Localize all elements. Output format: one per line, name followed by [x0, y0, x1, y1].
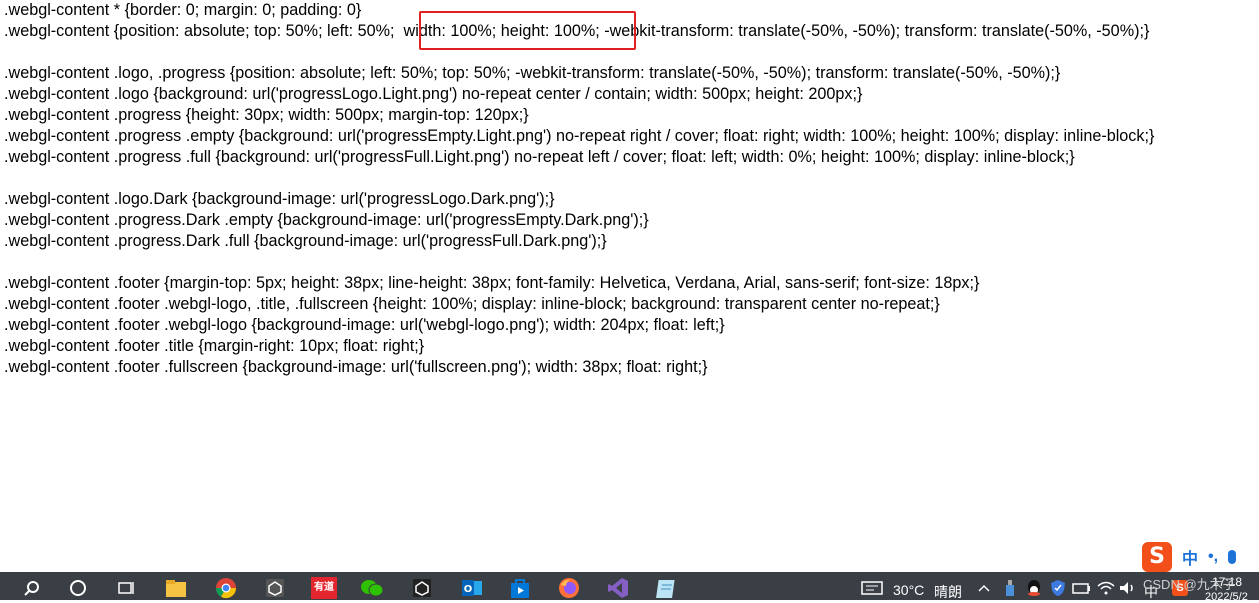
unity-icon[interactable]	[263, 576, 287, 600]
taskbar: 有道 O 30°C 晴朗 中 S 17:18	[0, 572, 1259, 600]
code-line: .webgl-content .logo {background: url('p…	[4, 85, 863, 103]
file-explorer-icon[interactable]	[164, 576, 188, 600]
wifi-icon[interactable]	[1094, 576, 1118, 600]
notepad-icon[interactable]	[655, 576, 679, 600]
cortana-circle-icon[interactable]	[66, 576, 90, 600]
firefox-icon[interactable]	[557, 576, 581, 600]
qq-icon[interactable]	[1022, 576, 1046, 600]
ime-punctuation-toggle[interactable]: •,	[1208, 548, 1218, 566]
code-line: .webgl-content .progress.Dark .empty {ba…	[4, 211, 649, 229]
code-line: .webgl-content .footer .title {margin-ri…	[4, 337, 425, 355]
youdao-icon[interactable]: 有道	[310, 576, 338, 600]
outlook-icon[interactable]: O	[460, 576, 484, 600]
ime-mode-toggle[interactable]: 中	[1182, 545, 1198, 569]
security-shield-icon[interactable]	[1046, 576, 1070, 600]
code-line: .webgl-content .footer .webgl-logo, .tit…	[4, 295, 940, 313]
code-line: .webgl-content .progress .empty {backgro…	[4, 127, 1155, 145]
battery-icon[interactable]	[1070, 576, 1094, 600]
windows-store-icon[interactable]	[508, 576, 532, 600]
task-view-icon[interactable]	[114, 576, 138, 600]
highlight-annotation-box	[419, 11, 636, 50]
search-icon[interactable]	[20, 576, 44, 600]
code-line: .webgl-content * {border: 0; margin: 0; …	[4, 1, 362, 19]
visual-studio-icon[interactable]	[606, 576, 630, 600]
code-line: .webgl-content .progress {height: 30px; …	[4, 106, 529, 124]
youdao-label: 有道	[311, 577, 337, 599]
unity-hub-icon[interactable]	[410, 576, 434, 600]
weather-description[interactable]: 晴朗	[934, 582, 962, 602]
wechat-icon[interactable]	[360, 576, 384, 600]
code-line: .webgl-content .footer .webgl-logo {back…	[4, 316, 725, 334]
volume-icon[interactable]	[1116, 576, 1140, 600]
weather-icon[interactable]	[860, 576, 884, 600]
clock-date[interactable]: 2022/5/2	[1205, 591, 1248, 603]
code-line: .webgl-content .footer {margin-top: 5px;…	[4, 274, 980, 292]
code-line: .webgl-content .logo, .progress {positio…	[4, 64, 1061, 82]
chrome-icon[interactable]	[214, 576, 238, 600]
chevron-up-icon[interactable]	[972, 576, 996, 600]
code-line: .webgl-content .progress.Dark .full {bac…	[4, 232, 607, 250]
ime-toolbar[interactable]: S 中 •,	[1142, 541, 1259, 573]
weather-temperature[interactable]: 30°C	[893, 582, 924, 598]
code-line: .webgl-content .footer .fullscreen {back…	[4, 358, 708, 376]
sogou-ime-icon[interactable]: S	[1142, 542, 1172, 572]
usb-device-icon[interactable]	[998, 576, 1022, 600]
microphone-icon[interactable]	[1228, 550, 1237, 564]
text-editor[interactable]: .webgl-content * {border: 0; margin: 0; …	[0, 0, 1259, 572]
code-line: .webgl-content .logo.Dark {background-im…	[4, 190, 555, 208]
code-line: .webgl-content .progress .full {backgrou…	[4, 148, 1075, 166]
svg-text:O: O	[464, 584, 473, 595]
